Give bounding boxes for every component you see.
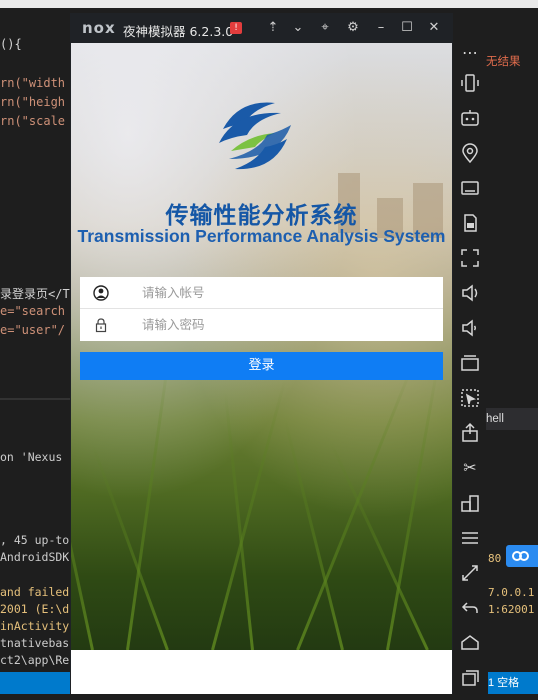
sd-card-icon[interactable] (459, 212, 481, 234)
location-icon[interactable] (459, 142, 481, 164)
emulator-title: 夜神模拟器 6.2.3.0 (123, 24, 234, 39)
china-mobile-logo (219, 102, 291, 170)
grass-blade (71, 405, 94, 650)
emulator-titlebar[interactable]: nox 夜神模拟器 6.2.3.0 ! ⇡ ⌄ ⌖ ⚙ – ☐ ✕ (70, 13, 453, 43)
shell-tab[interactable]: hell (486, 408, 538, 430)
code-line: (){ (0, 37, 22, 51)
close-button[interactable]: ✕ (425, 19, 443, 37)
terminal-line: AndroidSDK (0, 550, 70, 564)
code-line: rn("width (0, 76, 66, 90)
terminal-line: ct2\app\Re (0, 653, 70, 667)
grass-blade (296, 362, 416, 650)
update-badge[interactable]: ! (230, 22, 242, 34)
account-field[interactable] (80, 277, 443, 309)
grass-blade (328, 440, 429, 650)
emulator-sidebar-toolbar: ⋯ ✂ (455, 38, 485, 700)
menu-icon[interactable] (459, 527, 481, 549)
settings-button[interactable]: ⚙ (344, 19, 362, 37)
multi-instance-icon[interactable] (459, 387, 481, 409)
apk-install-icon[interactable] (459, 422, 481, 444)
terminal-line: , 45 up-to (0, 533, 70, 547)
sticky-button[interactable]: ⌖ (316, 19, 334, 37)
search-result-label: 无结果 (486, 56, 521, 68)
terminal-line: 1:62001 (488, 603, 535, 616)
shake-icon[interactable] (459, 72, 481, 94)
dropdown-button[interactable]: ⌄ (289, 19, 307, 37)
app-subtitle: Transmission Performance Analysis System (77, 226, 446, 246)
user-icon (93, 285, 109, 301)
cloud-icon[interactable] (506, 545, 538, 567)
code-line: 录登录页</T (0, 287, 70, 301)
more-icon[interactable]: ⋯ (459, 42, 481, 64)
minimize-button[interactable]: – (372, 19, 390, 37)
app-title: 传输性能分析系统 (165, 203, 358, 229)
cut-icon[interactable]: ✂ (459, 457, 481, 479)
ide-status-right: 1 空格 (488, 672, 538, 694)
volume-up-icon[interactable] (459, 282, 481, 304)
recent-icon[interactable] (459, 667, 481, 689)
phone-screen: 传输性能分析系统 Transmission Performance Analys… (71, 43, 452, 650)
terminal-line: 2001 (E:\d (0, 602, 70, 616)
nox-logo: nox (82, 19, 116, 37)
ide-top-strip (0, 0, 538, 8)
pin-button[interactable]: ⇡ (264, 19, 282, 37)
login-button[interactable]: 登录 (80, 352, 443, 380)
layout-icon[interactable] (459, 492, 481, 514)
ide-divider (0, 398, 72, 400)
code-line: e="user"/ (0, 323, 66, 337)
emulator-window: nox 夜神模拟器 6.2.3.0 ! ⇡ ⌄ ⌖ ⚙ – ☐ ✕ 传输性能分析… (70, 13, 453, 694)
terminal-line: 7.0.0.1 (488, 586, 535, 599)
robot-icon[interactable] (459, 107, 481, 129)
login-form (80, 277, 443, 341)
keyboard-icon[interactable] (459, 177, 481, 199)
lock-icon (95, 318, 107, 333)
password-input[interactable] (142, 309, 432, 340)
grass-blade (223, 391, 254, 650)
code-line: rn("heigh (0, 95, 66, 109)
code-line: rn("scale (0, 114, 66, 128)
terminal-line: on 'Nexus (0, 450, 63, 464)
terminal-line: 80 (488, 552, 502, 565)
home-icon[interactable] (459, 632, 481, 654)
grass-blade (126, 352, 171, 650)
terminal-line: and failed (0, 585, 70, 599)
account-input[interactable] (142, 277, 432, 308)
back-icon[interactable] (459, 597, 481, 619)
code-line: e="search (0, 304, 66, 318)
emulator-bottom-area (71, 650, 452, 694)
resize-icon[interactable] (459, 562, 481, 584)
fullscreen-icon[interactable] (459, 247, 481, 269)
password-field[interactable] (80, 309, 443, 340)
maximize-button[interactable]: ☐ (398, 19, 416, 37)
terminal-line: inActivity (0, 619, 70, 633)
ide-status-bar (0, 672, 70, 694)
terminal-line: tnativebas (0, 636, 70, 650)
screenshot-icon[interactable] (459, 352, 481, 374)
volume-down-icon[interactable] (459, 317, 481, 339)
